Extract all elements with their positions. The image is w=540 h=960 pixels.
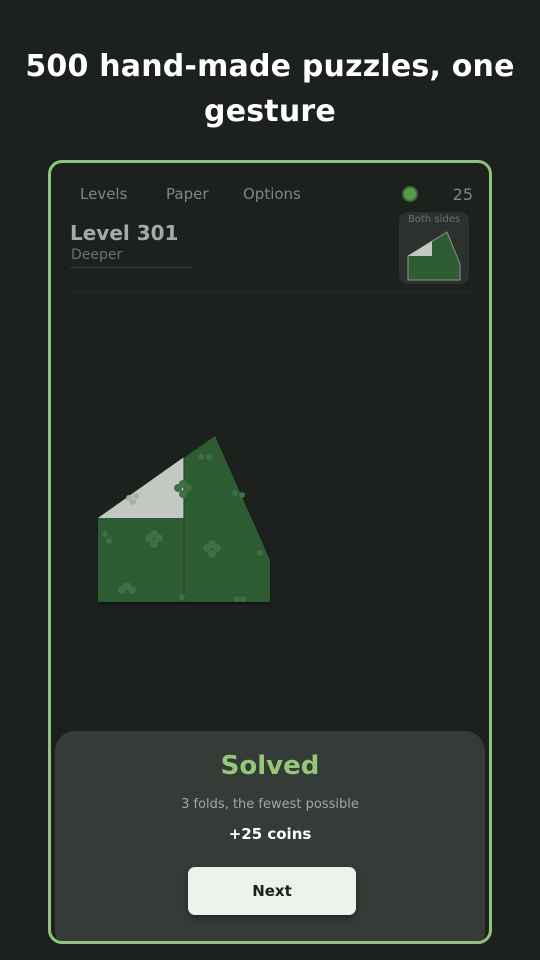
nav-paper[interactable]: Paper	[166, 185, 208, 203]
coin-icon	[402, 186, 418, 202]
subtitle-underline	[70, 267, 192, 268]
level-subtitle: Deeper	[71, 247, 123, 263]
target-shape-icon	[407, 231, 461, 281]
solved-title: Solved	[220, 751, 320, 781]
next-button[interactable]: Next	[188, 867, 356, 915]
nav-levels[interactable]: Levels	[80, 185, 127, 203]
phone-frame: Levels Paper Options 25 Level 301 Deeper…	[48, 160, 492, 944]
result-sheet: Solved 3 folds, the fewest possible +25 …	[55, 731, 485, 941]
level-title: Level 301	[70, 221, 179, 245]
headline: 500 hand-made puzzles, one gesture	[25, 49, 515, 129]
nav-options[interactable]: Options	[243, 185, 301, 203]
reward-label: +25 coins	[228, 825, 312, 843]
header-divider	[70, 291, 470, 292]
target-preview[interactable]: Both sides	[399, 212, 469, 284]
solved-description: 3 folds, the fewest possible	[181, 797, 359, 812]
folded-paper	[98, 436, 270, 602]
coin-count: 25	[452, 185, 473, 204]
